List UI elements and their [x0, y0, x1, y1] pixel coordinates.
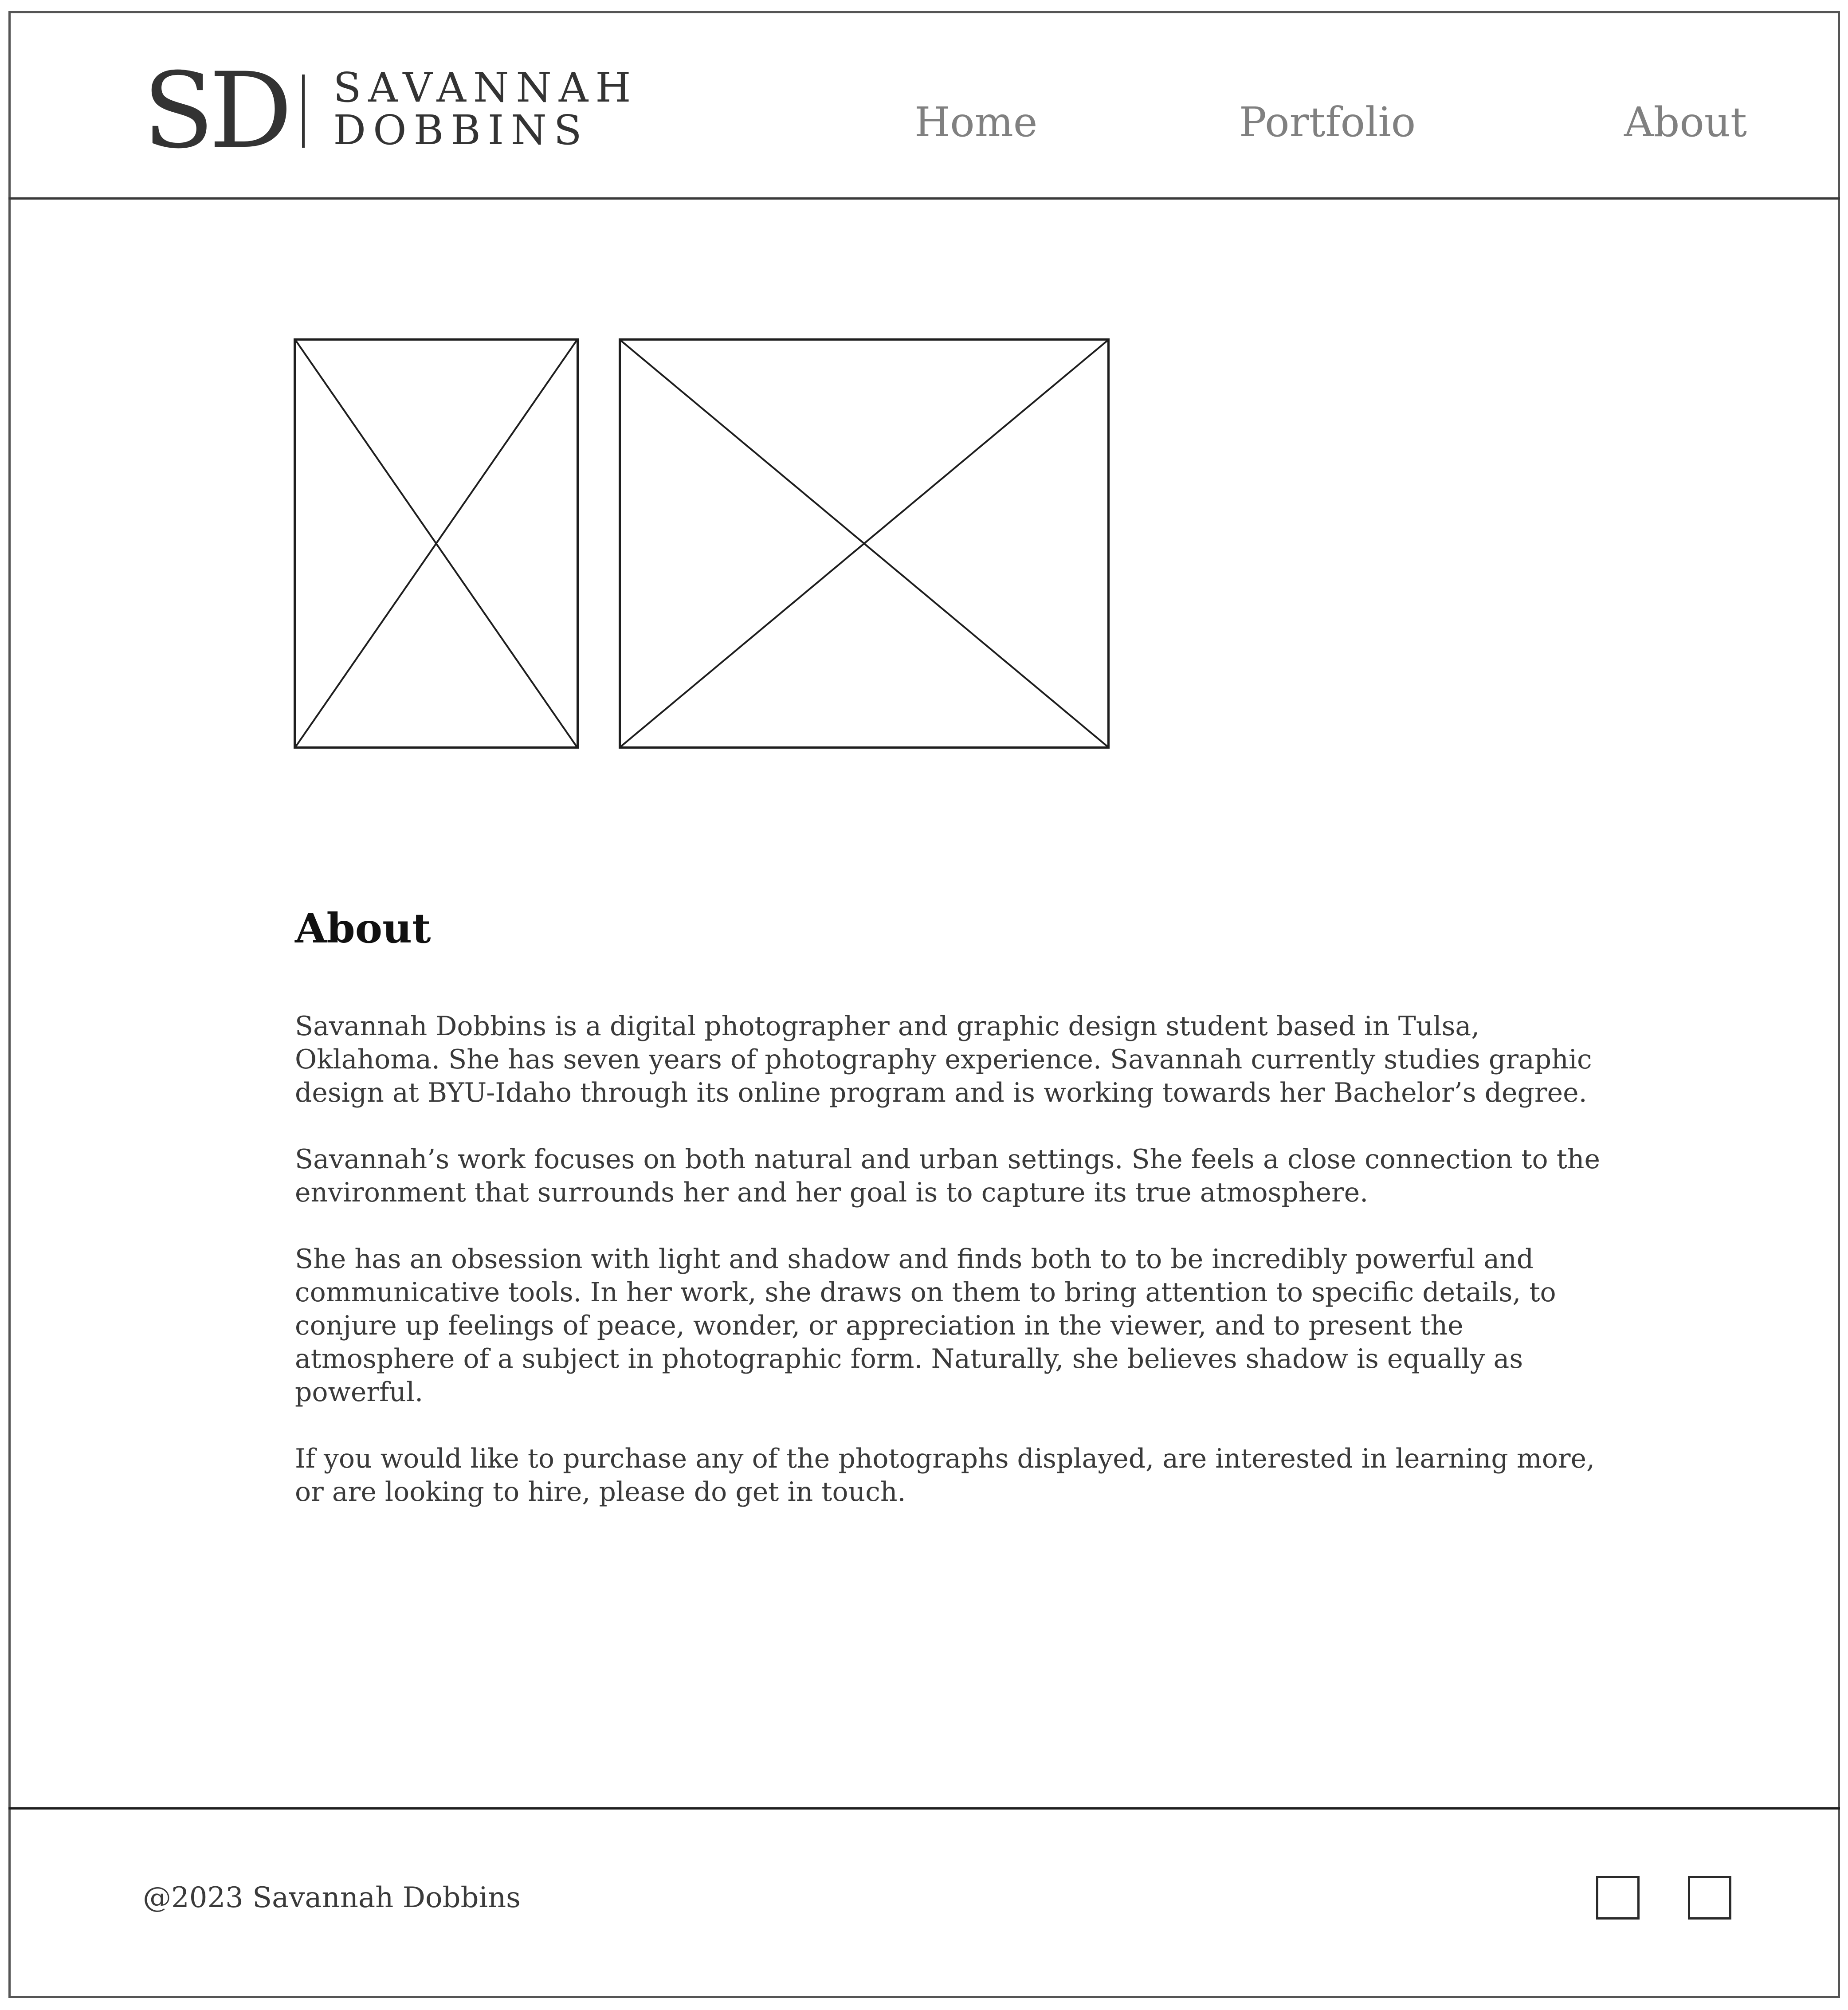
about-body: Savannah Dobbins is a digital photograph… — [295, 1010, 1608, 1542]
site-footer: @2023 Savannah Dobbins — [8, 1807, 1840, 1998]
nav-link-portfolio[interactable]: Portfolio — [1239, 102, 1416, 143]
page-frame — [8, 11, 1840, 1998]
placeholder-cross — [621, 341, 1107, 746]
logo-monogram: SD — [143, 50, 292, 172]
image-placeholder-icon — [294, 338, 579, 749]
about-paragraph: She has an obsession with light and shad… — [295, 1244, 1556, 1408]
image-placeholder-icon — [619, 338, 1110, 749]
about-paragraph: If you would like to purchase any of the… — [295, 1443, 1595, 1508]
logo-wordmark: SAVANNAH DOBBINS — [333, 67, 638, 152]
logo-first-name: SAVANNAH — [333, 64, 638, 111]
logo-last-name: DOBBINS — [333, 106, 589, 154]
nav-link-home[interactable]: Home — [914, 102, 1037, 143]
about-paragraph: Savannah Dobbins is a digital photograph… — [295, 1011, 1592, 1108]
site-logo[interactable]: SD SAVANNAH DOBBINS — [143, 55, 638, 166]
social-link-icon[interactable] — [1596, 1876, 1640, 1920]
placeholder-cross — [296, 341, 577, 746]
about-paragraph: Savannah’s work focuses on both natural … — [295, 1144, 1600, 1208]
site-header: SD SAVANNAH DOBBINS Home Portfolio About — [8, 11, 1840, 200]
social-link-icon[interactable] — [1688, 1876, 1731, 1920]
nav-link-about[interactable]: About — [1624, 102, 1747, 143]
copyright-text: @2023 Savannah Dobbins — [143, 1881, 521, 1914]
logo-divider — [302, 74, 305, 148]
about-heading: About — [295, 904, 431, 952]
